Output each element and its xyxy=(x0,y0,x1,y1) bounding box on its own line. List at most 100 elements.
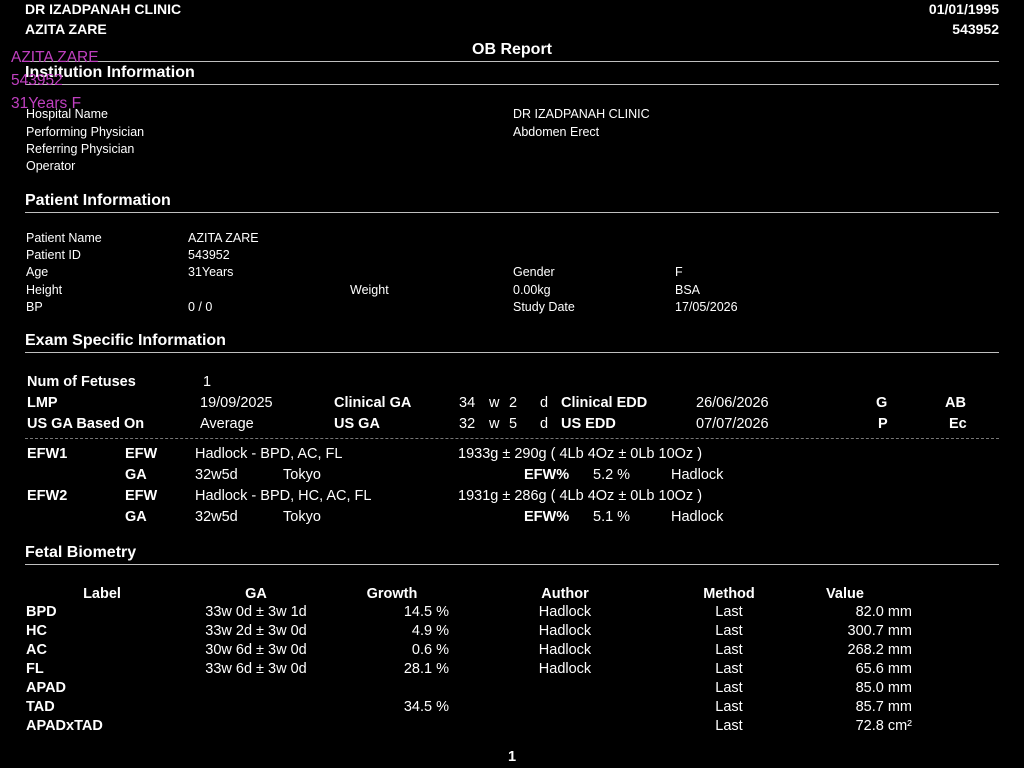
col-header-label: Label xyxy=(83,586,121,602)
cell-method: Last xyxy=(715,718,743,734)
efw1-ga-label: GA xyxy=(125,467,147,483)
operator-label: Operator xyxy=(26,159,76,173)
efw2-method: Hadlock - BPD, HC, AC, FL xyxy=(195,488,372,504)
cell-author: Hadlock xyxy=(538,623,592,639)
lmp-label: LMP xyxy=(27,395,58,411)
cell-method: Last xyxy=(715,604,743,620)
efw1-method: Hadlock - BPD, AC, FL xyxy=(195,446,343,462)
clinical-ga-label: Clinical GA xyxy=(334,395,412,411)
header-date: 01/01/1995 xyxy=(928,1,999,17)
efw1-percentile-author: Hadlock xyxy=(671,467,724,483)
patient-divider xyxy=(25,212,999,213)
performing-physician-value: Abdomen Erect xyxy=(513,125,600,139)
efw2-ga-author: Tokyo xyxy=(283,509,321,525)
ectopic-label: Ec xyxy=(949,416,967,432)
exam-dashed-divider xyxy=(25,438,999,439)
study-date-label: Study Date xyxy=(513,300,575,314)
patient-id-value: 543952 xyxy=(188,248,230,262)
header-patient-id: 543952 xyxy=(952,21,999,37)
exam-section-title: Exam Specific Information xyxy=(25,332,226,349)
efw1-efw-label: EFW xyxy=(125,446,158,462)
biometry-divider xyxy=(25,564,999,565)
cell-ga: 30w 6d ± 3w 0d xyxy=(205,642,307,658)
bp-label: BP xyxy=(26,300,43,314)
efw1-ga-value: 32w5d xyxy=(195,467,238,483)
cell-value: 85.0 mm xyxy=(855,680,912,696)
para-label: P xyxy=(878,416,888,432)
cell-growth: 28.1 % xyxy=(403,661,449,677)
age-value: 31Years xyxy=(188,265,234,279)
cell-method: Last xyxy=(715,623,743,639)
cell-label: FL xyxy=(26,661,44,677)
cell-growth: 4.9 % xyxy=(411,623,449,639)
us-ga-based-on-label: US GA Based On xyxy=(27,416,145,432)
us-ga-days: 5 xyxy=(509,416,518,432)
efw2-name: EFW2 xyxy=(27,488,68,504)
cell-value: 82.0 mm xyxy=(855,604,912,620)
efw1-ga-author: Tokyo xyxy=(283,467,321,483)
us-ga-weeks: 32 xyxy=(459,416,476,432)
patient-section-title: Patient Information xyxy=(25,192,171,209)
gravida-label: G xyxy=(876,395,888,411)
col-header-author: Author xyxy=(541,586,589,602)
cell-ga: 33w 6d ± 3w 0d xyxy=(205,661,307,677)
biometry-section-title: Fetal Biometry xyxy=(25,544,137,561)
cell-growth: 14.5 % xyxy=(403,604,449,620)
cell-label: TAD xyxy=(26,699,55,715)
clinical-ga-days: 2 xyxy=(509,395,518,411)
overlay-patient-id: 543952 xyxy=(11,72,63,89)
us-ga-w-unit: w xyxy=(489,416,500,432)
efw1-percentile-value: 5.2 % xyxy=(593,467,631,483)
cell-method: Last xyxy=(715,699,743,715)
page-number: 1 xyxy=(507,749,517,765)
us-edd-label: US EDD xyxy=(561,416,616,432)
num-fetuses-label: Num of Fetuses xyxy=(27,374,136,390)
clinical-ga-w-unit: w xyxy=(489,395,500,411)
efw1-percentile-label: EFW% xyxy=(524,467,570,483)
efw2-percentile-label: EFW% xyxy=(524,509,570,525)
referring-physician-label: Referring Physician xyxy=(26,142,135,156)
cell-value: 85.7 mm xyxy=(855,699,912,715)
efw2-percentile-value: 5.1 % xyxy=(593,509,631,525)
page-title: OB Report xyxy=(472,41,552,58)
clinical-edd-label: Clinical EDD xyxy=(561,395,648,411)
us-edd-value: 07/07/2026 xyxy=(696,416,769,432)
patient-id-label: Patient ID xyxy=(26,248,81,262)
clinical-edd-value: 26/06/2026 xyxy=(696,395,769,411)
overlay-age-gender: 31Years F xyxy=(11,95,82,112)
weight-value: 0.00kg xyxy=(513,283,551,297)
cell-value: 72.8 cm² xyxy=(855,718,912,734)
cell-ga: 33w 2d ± 3w 0d xyxy=(205,623,307,639)
cell-ga: 33w 0d ± 3w 1d xyxy=(205,604,307,620)
study-date-value: 17/05/2026 xyxy=(675,300,738,314)
cell-author: Hadlock xyxy=(538,642,592,658)
efw2-efw-label: EFW xyxy=(125,488,158,504)
weight-label: Weight xyxy=(350,283,389,297)
patient-name-value: AZITA ZARE xyxy=(188,231,259,245)
header-patient-name: AZITA ZARE xyxy=(25,21,107,37)
header-clinic-name: DR IZADPANAH CLINIC xyxy=(25,1,182,17)
bp-value: 0 / 0 xyxy=(188,300,213,314)
cell-growth: 34.5 % xyxy=(403,699,449,715)
performing-physician-label: Performing Physician xyxy=(26,125,145,139)
hospital-name-value: DR IZADPANAH CLINIC xyxy=(513,107,650,121)
overlay-patient-name: AZITA ZARE xyxy=(11,49,99,66)
cell-growth: 0.6 % xyxy=(411,642,449,658)
num-fetuses-value: 1 xyxy=(203,374,212,390)
cell-label: AC xyxy=(26,642,47,658)
header-divider xyxy=(25,61,999,62)
cell-value: 65.6 mm xyxy=(855,661,912,677)
cell-label: APAD xyxy=(26,680,67,696)
institution-divider xyxy=(25,84,999,85)
cell-label: HC xyxy=(26,623,47,639)
efw2-weight: 1931g ± 286g ( 4Lb 4Oz ± 0Lb 10Oz ) xyxy=(458,488,703,504)
efw2-percentile-author: Hadlock xyxy=(671,509,724,525)
bsa-label: BSA xyxy=(675,283,701,297)
cell-author: Hadlock xyxy=(538,604,592,620)
clinical-ga-weeks: 34 xyxy=(459,395,476,411)
col-header-value: Value xyxy=(826,586,864,602)
col-header-method: Method xyxy=(703,586,755,602)
height-label: Height xyxy=(26,283,63,297)
cell-label: BPD xyxy=(26,604,57,620)
us-ga-d-unit: d xyxy=(540,416,549,432)
